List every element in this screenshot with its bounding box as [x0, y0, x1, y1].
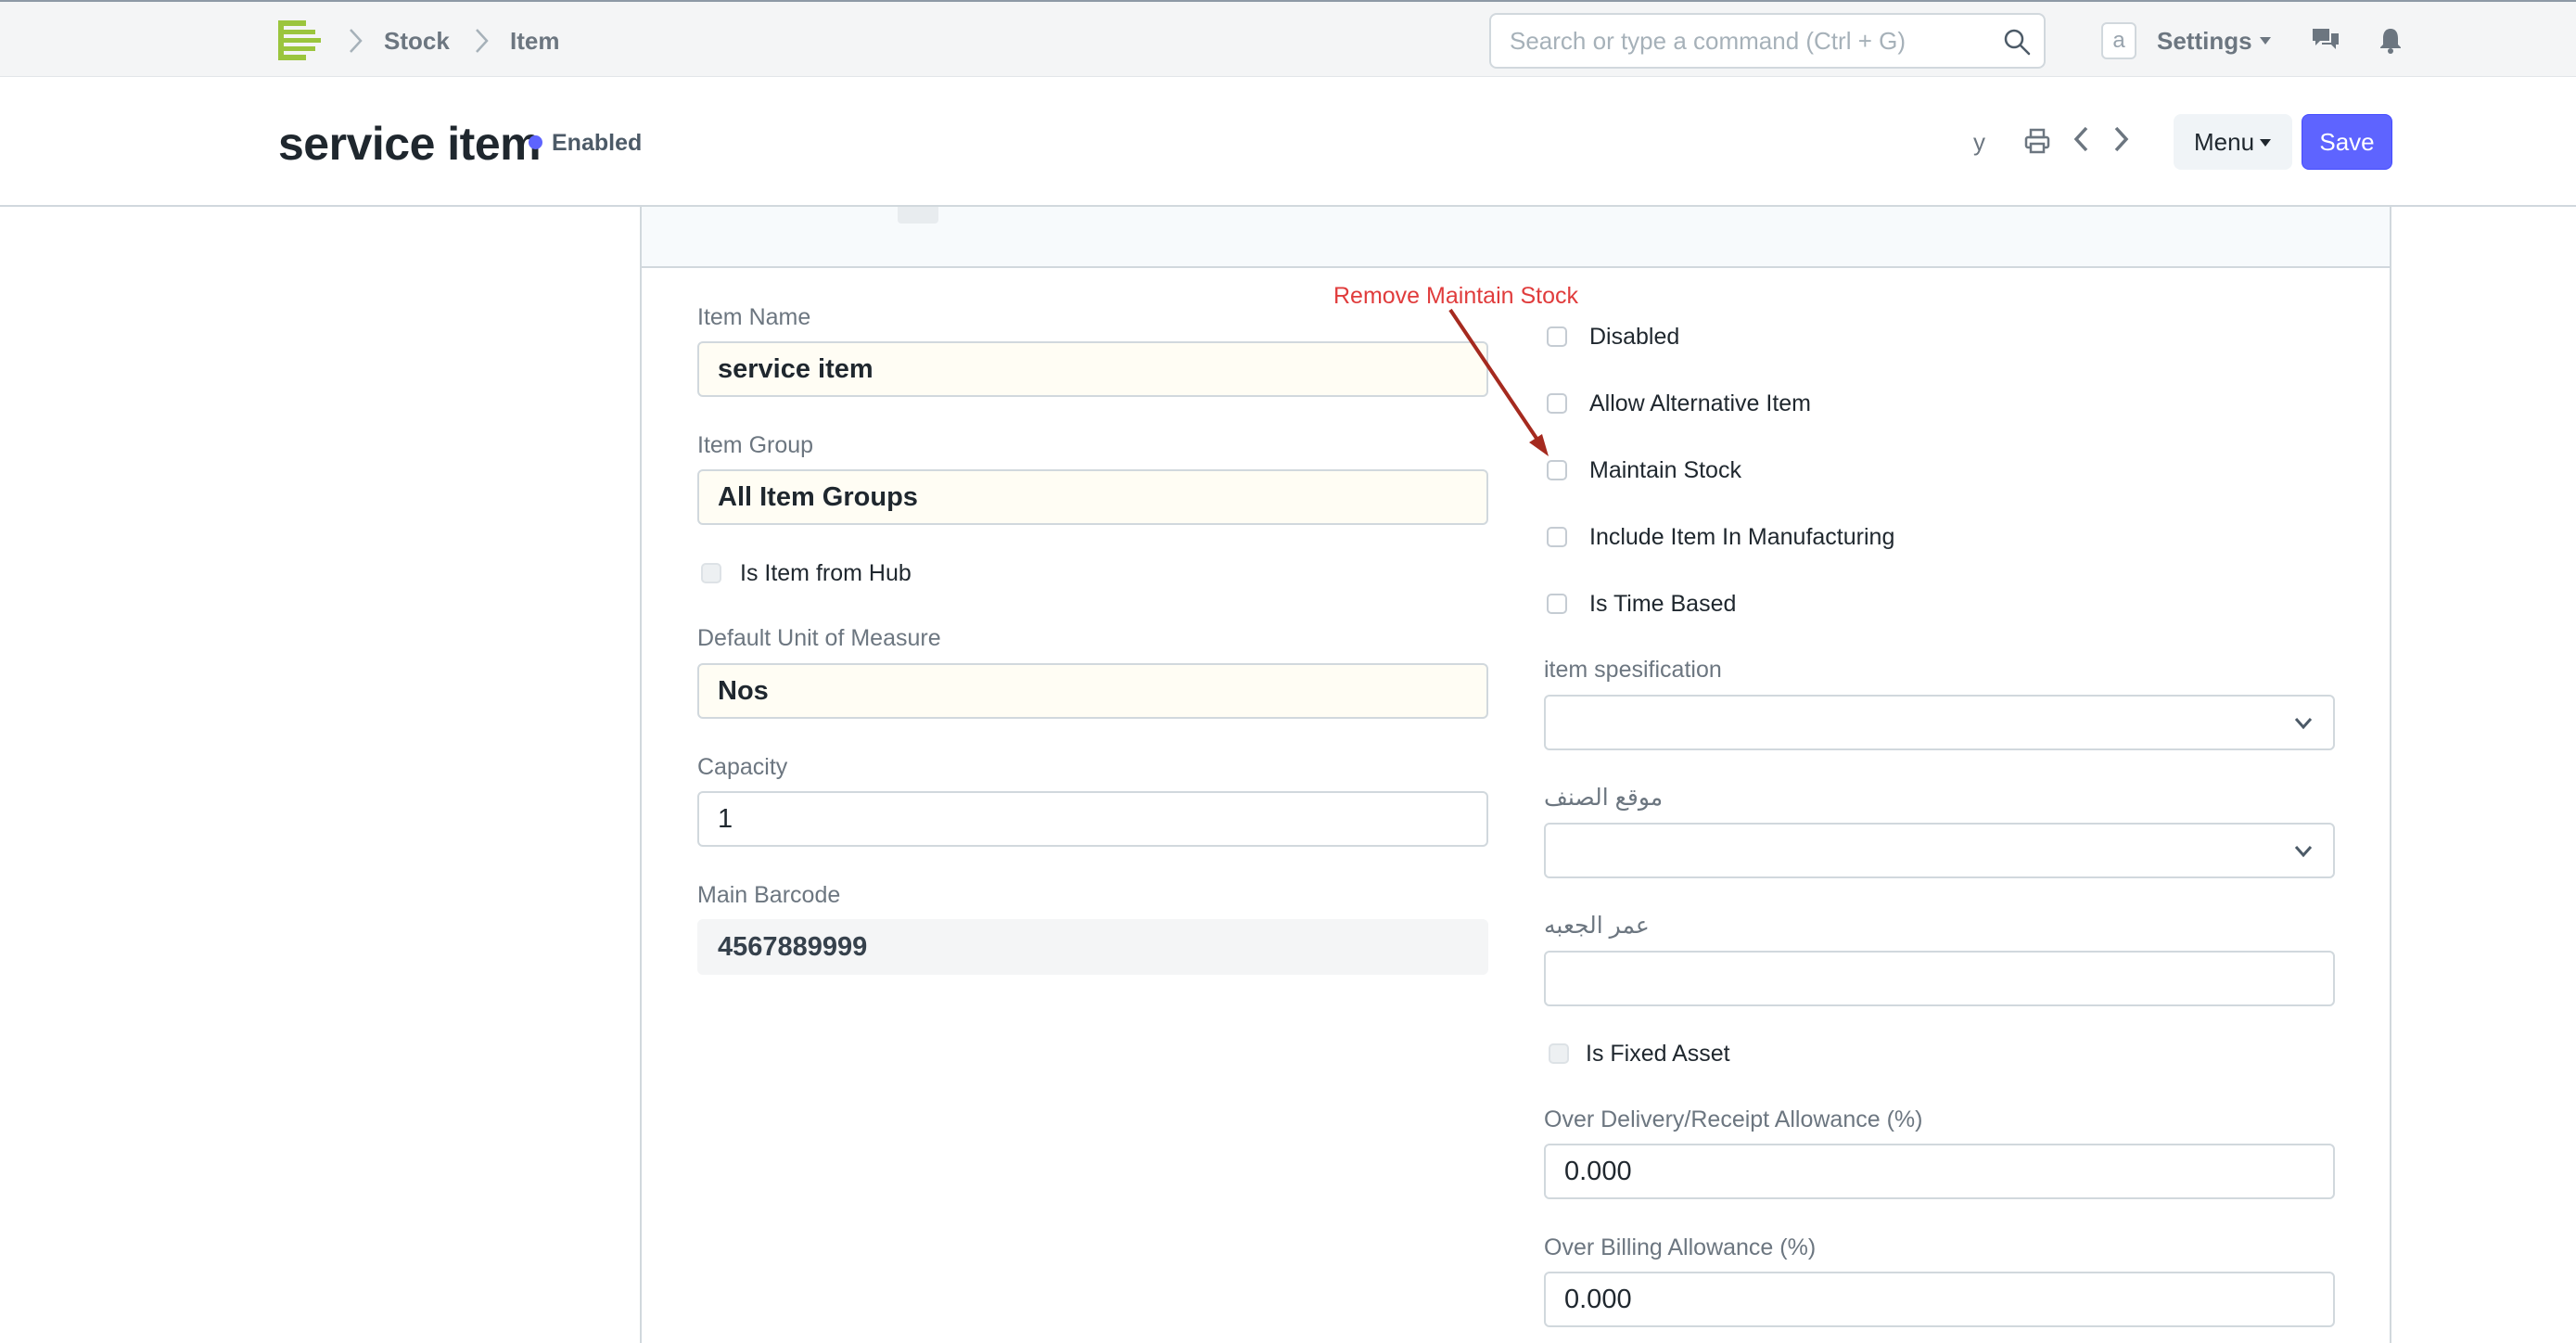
chevron-right-icon[interactable]: [2112, 125, 2131, 153]
is-item-from-hub-checkbox-row: Is Item from Hub: [701, 559, 1072, 591]
print-icon[interactable]: [2023, 127, 2051, 155]
include-item-in-manufacturing-checkbox[interactable]: [1547, 527, 1567, 547]
settings-dropdown[interactable]: Settings: [2157, 26, 2252, 56]
capacity-label: Capacity: [697, 754, 788, 780]
over-billing-value: 0.000: [1564, 1285, 1632, 1314]
maintain-stock-label: Maintain Stock: [1589, 457, 1741, 483]
page-title: service item: [278, 118, 542, 170]
status-indicator-dot: [529, 135, 542, 149]
shelf-life-label: عمر الجعبه: [1544, 913, 1650, 939]
is-fixed-asset-checkbox: [1549, 1043, 1569, 1064]
item-group-field[interactable]: All Item Groups: [697, 469, 1488, 525]
item-name-label: Item Name: [697, 304, 811, 330]
menu-button[interactable]: Menu: [2174, 114, 2292, 170]
item-group-value: All Item Groups: [718, 482, 918, 512]
capacity-field[interactable]: 1: [697, 791, 1488, 847]
menu-button-label: Menu: [2194, 128, 2255, 156]
breadcrumb-chevron-icon: [476, 29, 489, 53]
shelf-life-field[interactable]: [1544, 951, 2335, 1006]
caret-down-icon: [2260, 139, 2271, 147]
navbar: Stock Item a Settings: [0, 0, 2576, 77]
item-specification-select[interactable]: [1544, 695, 2335, 750]
item-name-value: service item: [718, 354, 874, 384]
default-uom-field[interactable]: Nos: [697, 663, 1488, 719]
item-name-field[interactable]: service item: [697, 341, 1488, 397]
is-item-from-hub-label: Is Item from Hub: [740, 560, 912, 586]
page-head-text: y: [1973, 128, 1985, 156]
item-location-label: موقع الصنف: [1544, 785, 1664, 811]
over-delivery-value: 0.000: [1564, 1157, 1632, 1186]
chat-icon[interactable]: [2311, 26, 2340, 54]
allow-alternative-item-checkbox-row[interactable]: Allow Alternative Item: [1547, 390, 2196, 421]
page-head: service item Enabled y Menu Save: [0, 77, 2576, 207]
include-item-in-manufacturing-checkbox-row[interactable]: Include Item In Manufacturing: [1547, 523, 2196, 555]
annotation-arrow-icon: [1448, 308, 1549, 456]
breadcrumb-chevron-icon: [350, 29, 363, 53]
item-specification-label: item spesification: [1544, 657, 1722, 683]
is-fixed-asset-label: Is Fixed Asset: [1586, 1041, 1730, 1067]
disabled-checkbox[interactable]: [1547, 326, 1567, 347]
chevron-down-icon: [2294, 718, 2313, 730]
caret-down-icon[interactable]: [2259, 36, 2272, 45]
chevron-left-icon[interactable]: [2072, 125, 2090, 153]
disabled-checkbox-row[interactable]: Disabled: [1547, 323, 2196, 354]
over-billing-field[interactable]: 0.000: [1544, 1272, 2335, 1327]
breadcrumb-item[interactable]: Item: [510, 26, 559, 56]
default-uom-value: Nos: [718, 676, 769, 706]
over-billing-label: Over Billing Allowance (%): [1544, 1234, 1817, 1260]
previous-section-chip: [898, 207, 938, 224]
search-icon[interactable]: [2003, 28, 2031, 56]
is-time-based-checkbox-row[interactable]: Is Time Based: [1547, 590, 2196, 621]
include-item-in-manufacturing-label: Include Item In Manufacturing: [1589, 524, 1895, 550]
is-time-based-label: Is Time Based: [1589, 591, 1737, 617]
breadcrumb-stock[interactable]: Stock: [384, 26, 450, 56]
maintain-stock-checkbox[interactable]: [1547, 460, 1567, 480]
item-group-label: Item Group: [697, 432, 814, 458]
status-badge: Enabled: [552, 130, 643, 156]
default-uom-label: Default Unit of Measure: [697, 625, 941, 651]
is-item-from-hub-checkbox: [701, 563, 721, 583]
previous-section-strip: [642, 207, 2390, 268]
search-input[interactable]: [1510, 15, 1992, 67]
is-fixed-asset-checkbox-row: Is Fixed Asset: [1549, 1040, 2105, 1071]
main-barcode-label: Main Barcode: [697, 882, 841, 908]
item-location-select[interactable]: [1544, 823, 2335, 878]
capacity-value: 1: [718, 804, 733, 834]
maintain-stock-checkbox-row[interactable]: Maintain Stock: [1547, 456, 2196, 488]
main-barcode-field: 4567889999: [697, 919, 1488, 975]
over-delivery-label: Over Delivery/Receipt Allowance (%): [1544, 1106, 1923, 1132]
is-time-based-checkbox[interactable]: [1547, 594, 1567, 614]
main-barcode-value: 4567889999: [718, 932, 868, 962]
allow-alternative-item-label: Allow Alternative Item: [1589, 390, 1811, 416]
avatar[interactable]: a: [2101, 22, 2136, 59]
search-bar[interactable]: [1489, 13, 2046, 69]
allow-alternative-item-checkbox[interactable]: [1547, 393, 1567, 414]
save-button[interactable]: Save: [2302, 114, 2392, 170]
app-logo-icon[interactable]: [276, 19, 323, 61]
disabled-label: Disabled: [1589, 324, 1680, 350]
chevron-down-icon: [2294, 846, 2313, 858]
bell-icon[interactable]: [2379, 26, 2402, 54]
over-delivery-field[interactable]: 0.000: [1544, 1144, 2335, 1199]
